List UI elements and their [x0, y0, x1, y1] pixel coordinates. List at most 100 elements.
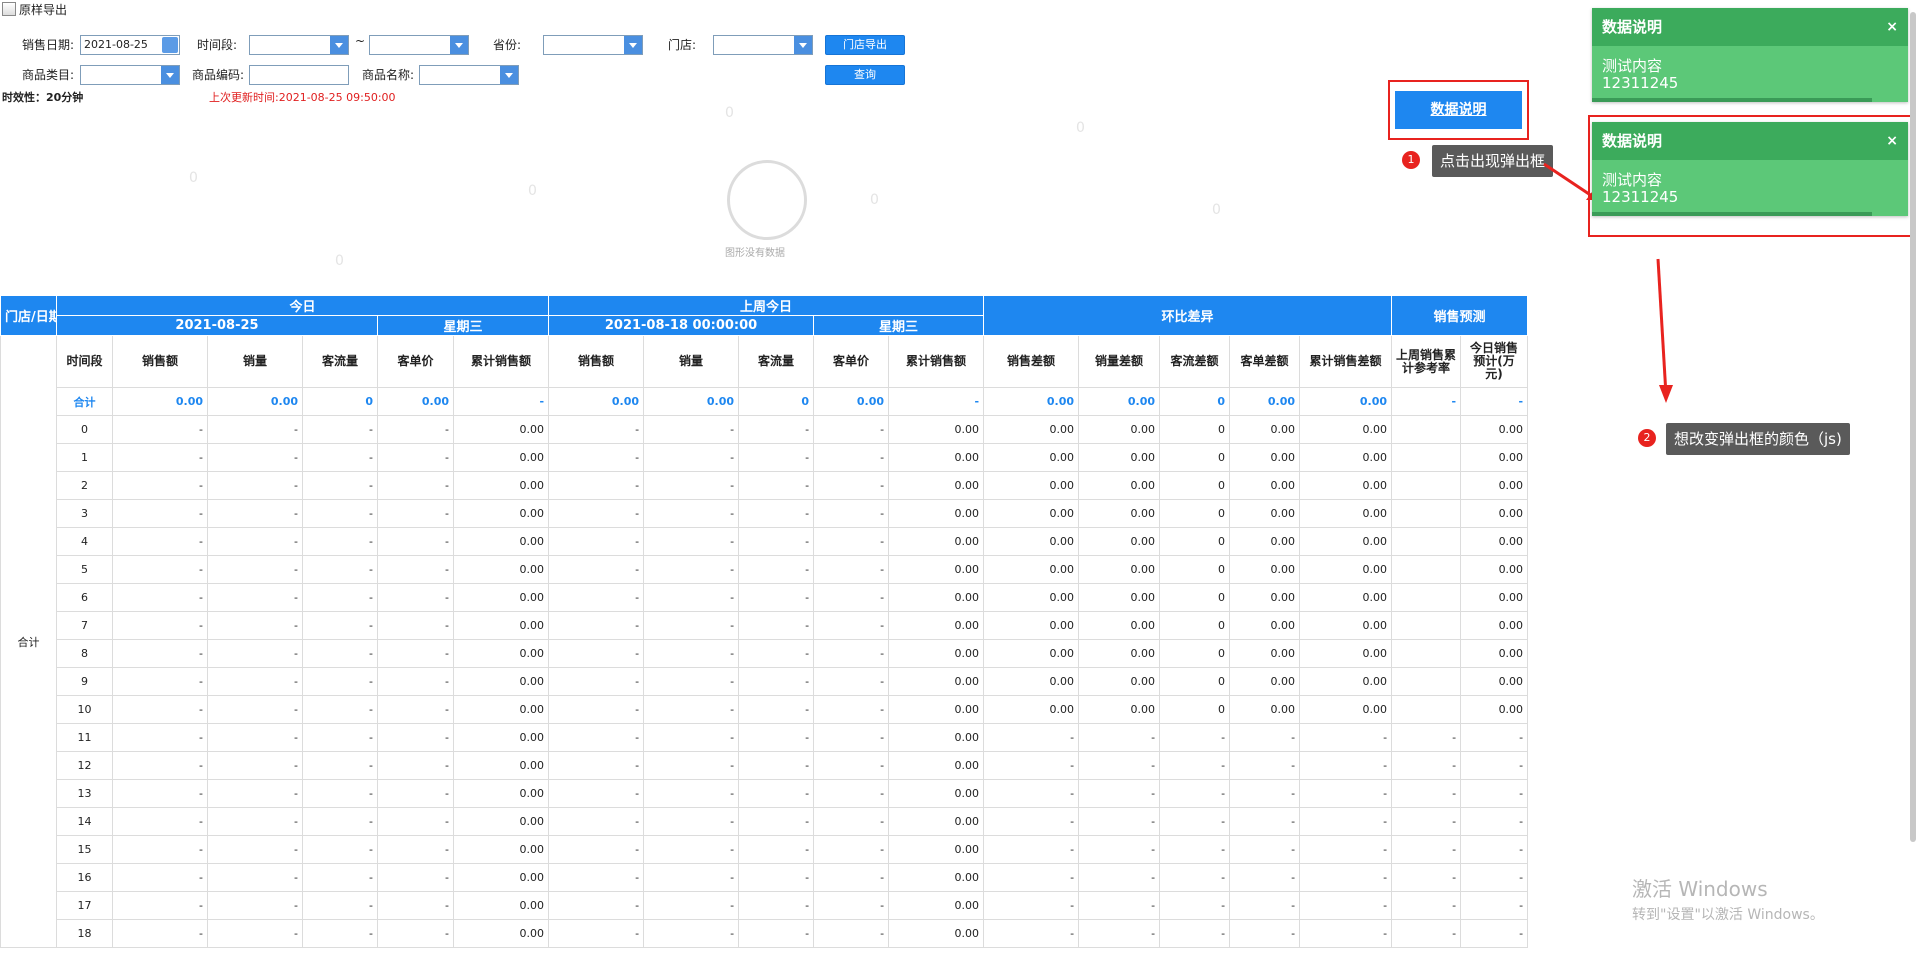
table-cell: - [1078, 835, 1161, 864]
table-cell: - [207, 723, 303, 752]
table-cell: - [548, 695, 645, 724]
table-cell: - [643, 863, 740, 892]
watermark-glyph: 0 [528, 183, 537, 199]
column-header: 累计销售额 [452, 335, 550, 388]
table-cell: 0.00 [1078, 611, 1161, 640]
category-select[interactable] [80, 65, 180, 85]
close-icon[interactable]: × [1886, 8, 1898, 46]
watermark-glyph: 0 [870, 192, 879, 208]
popup-line2: 12311245 [1602, 188, 1679, 206]
table-cell: - [548, 415, 645, 444]
table-cell: - [302, 919, 378, 948]
table-cell: - [738, 555, 815, 584]
table-cell: 0.00 [1078, 443, 1161, 472]
table-cell: 0.00 [377, 387, 454, 416]
table-cell: - [302, 779, 378, 808]
time-end-select[interactable] [369, 35, 469, 55]
column-header: 今日销售预计(万元) [1460, 335, 1529, 388]
column-header: 时间段 [56, 335, 113, 388]
table-cell: - [377, 667, 454, 696]
chevron-down-icon [450, 36, 468, 54]
table-cell: - [548, 667, 645, 696]
table-cell: 0.00 [983, 583, 1080, 612]
table-cell: 0 [1159, 387, 1231, 416]
table-cell: - [813, 723, 890, 752]
table-cell: - [112, 415, 208, 444]
table-cell: - [643, 695, 740, 724]
table-cell: - [643, 891, 740, 920]
table-cell: 0.00 [452, 471, 550, 500]
table-cell: 0.00 [1460, 415, 1529, 444]
time-start-select[interactable] [249, 35, 349, 55]
table-cell: 0.00 [1078, 667, 1161, 696]
product-code-input[interactable] [249, 65, 349, 85]
watermark-glyph: 0 [189, 170, 198, 186]
table-cell: - [1391, 835, 1462, 864]
table-cell: - [302, 583, 378, 612]
table-cell: 0.00 [452, 807, 550, 836]
table-cell: 0.00 [983, 443, 1080, 472]
table-cell: - [1460, 807, 1529, 836]
vertical-scrollbar[interactable] [1910, 12, 1916, 842]
table-cell: - [738, 723, 815, 752]
query-button[interactable]: 查询 [825, 65, 905, 85]
popup-notification[interactable]: 数据说明 × 测试内容 12311245 [1592, 8, 1908, 102]
store-select[interactable] [713, 35, 813, 55]
table-cell: - [1460, 751, 1529, 780]
table-cell: 0 [1159, 443, 1231, 472]
magnifier-icon [727, 160, 807, 240]
popup-notification[interactable]: 数据说明 × 测试内容 12311245 [1592, 122, 1908, 216]
table-cell: - [112, 443, 208, 472]
table-cell: 0.00 [983, 387, 1080, 416]
table-cell: - [643, 835, 740, 864]
table-cell: - [1078, 919, 1161, 948]
table-cell: 0.00 [983, 695, 1080, 724]
table-cell: - [112, 499, 208, 528]
table-cell: 0.00 [1299, 639, 1393, 668]
table-cell: 0.00 [1078, 639, 1161, 668]
table-cell: - [1391, 723, 1462, 752]
calendar-icon[interactable] [162, 37, 178, 53]
table-cell: 9 [56, 667, 113, 696]
store-export-button[interactable]: 门店导出 [825, 35, 905, 55]
table-cell: 0.00 [1229, 415, 1301, 444]
table-cell: - [1159, 723, 1231, 752]
table-cell: 0.00 [1460, 499, 1529, 528]
table-cell: - [983, 863, 1080, 892]
table-cell: 0.00 [112, 387, 208, 416]
table-cell: 0.00 [983, 415, 1080, 444]
table-cell: - [643, 443, 740, 472]
table-row: 0- - - -0.00- - - -0.00 0.00 0.00 0 0.00 0.00 0.00 [1, 415, 1529, 444]
table-cell: 0.00 [452, 611, 550, 640]
table-cell: - [738, 639, 815, 668]
table-cell: - [738, 779, 815, 808]
table-cell: 13 [56, 779, 113, 808]
sales-date-input[interactable]: 2021-08-25 [80, 35, 180, 55]
time-period-label: 时间段: [197, 38, 238, 52]
table-cell: - [1229, 919, 1301, 948]
table-cell: - [548, 835, 645, 864]
table-cell: 0.00 [1460, 695, 1529, 724]
table-cell: 0.00 [983, 471, 1080, 500]
table-cell: - [1299, 891, 1393, 920]
table-cell: 0.00 [452, 919, 550, 948]
table-cell: - [738, 667, 815, 696]
table-cell: - [1391, 779, 1462, 808]
table-cell: - [1078, 723, 1161, 752]
header-diff: 环比差异 [983, 295, 1393, 336]
product-name-select[interactable] [419, 65, 519, 85]
table-cell: 0.00 [1299, 471, 1393, 500]
table-cell: - [813, 667, 890, 696]
popup-line1: 测试内容 [1602, 171, 1663, 189]
table-cell: - [643, 779, 740, 808]
header-lastweek-week: 星期三 [813, 315, 985, 336]
table-cell [1391, 527, 1462, 556]
table-row: 16- - - -0.00- - - -0.00- - - - - - - [1, 863, 1529, 892]
table-cell: - [302, 471, 378, 500]
table-cell: 0.00 [1299, 527, 1393, 556]
table-cell: - [548, 723, 645, 752]
table-cell: 0.00 [1078, 555, 1161, 584]
close-icon[interactable]: × [1886, 122, 1898, 160]
province-select[interactable] [543, 35, 643, 55]
table-cell: - [377, 751, 454, 780]
